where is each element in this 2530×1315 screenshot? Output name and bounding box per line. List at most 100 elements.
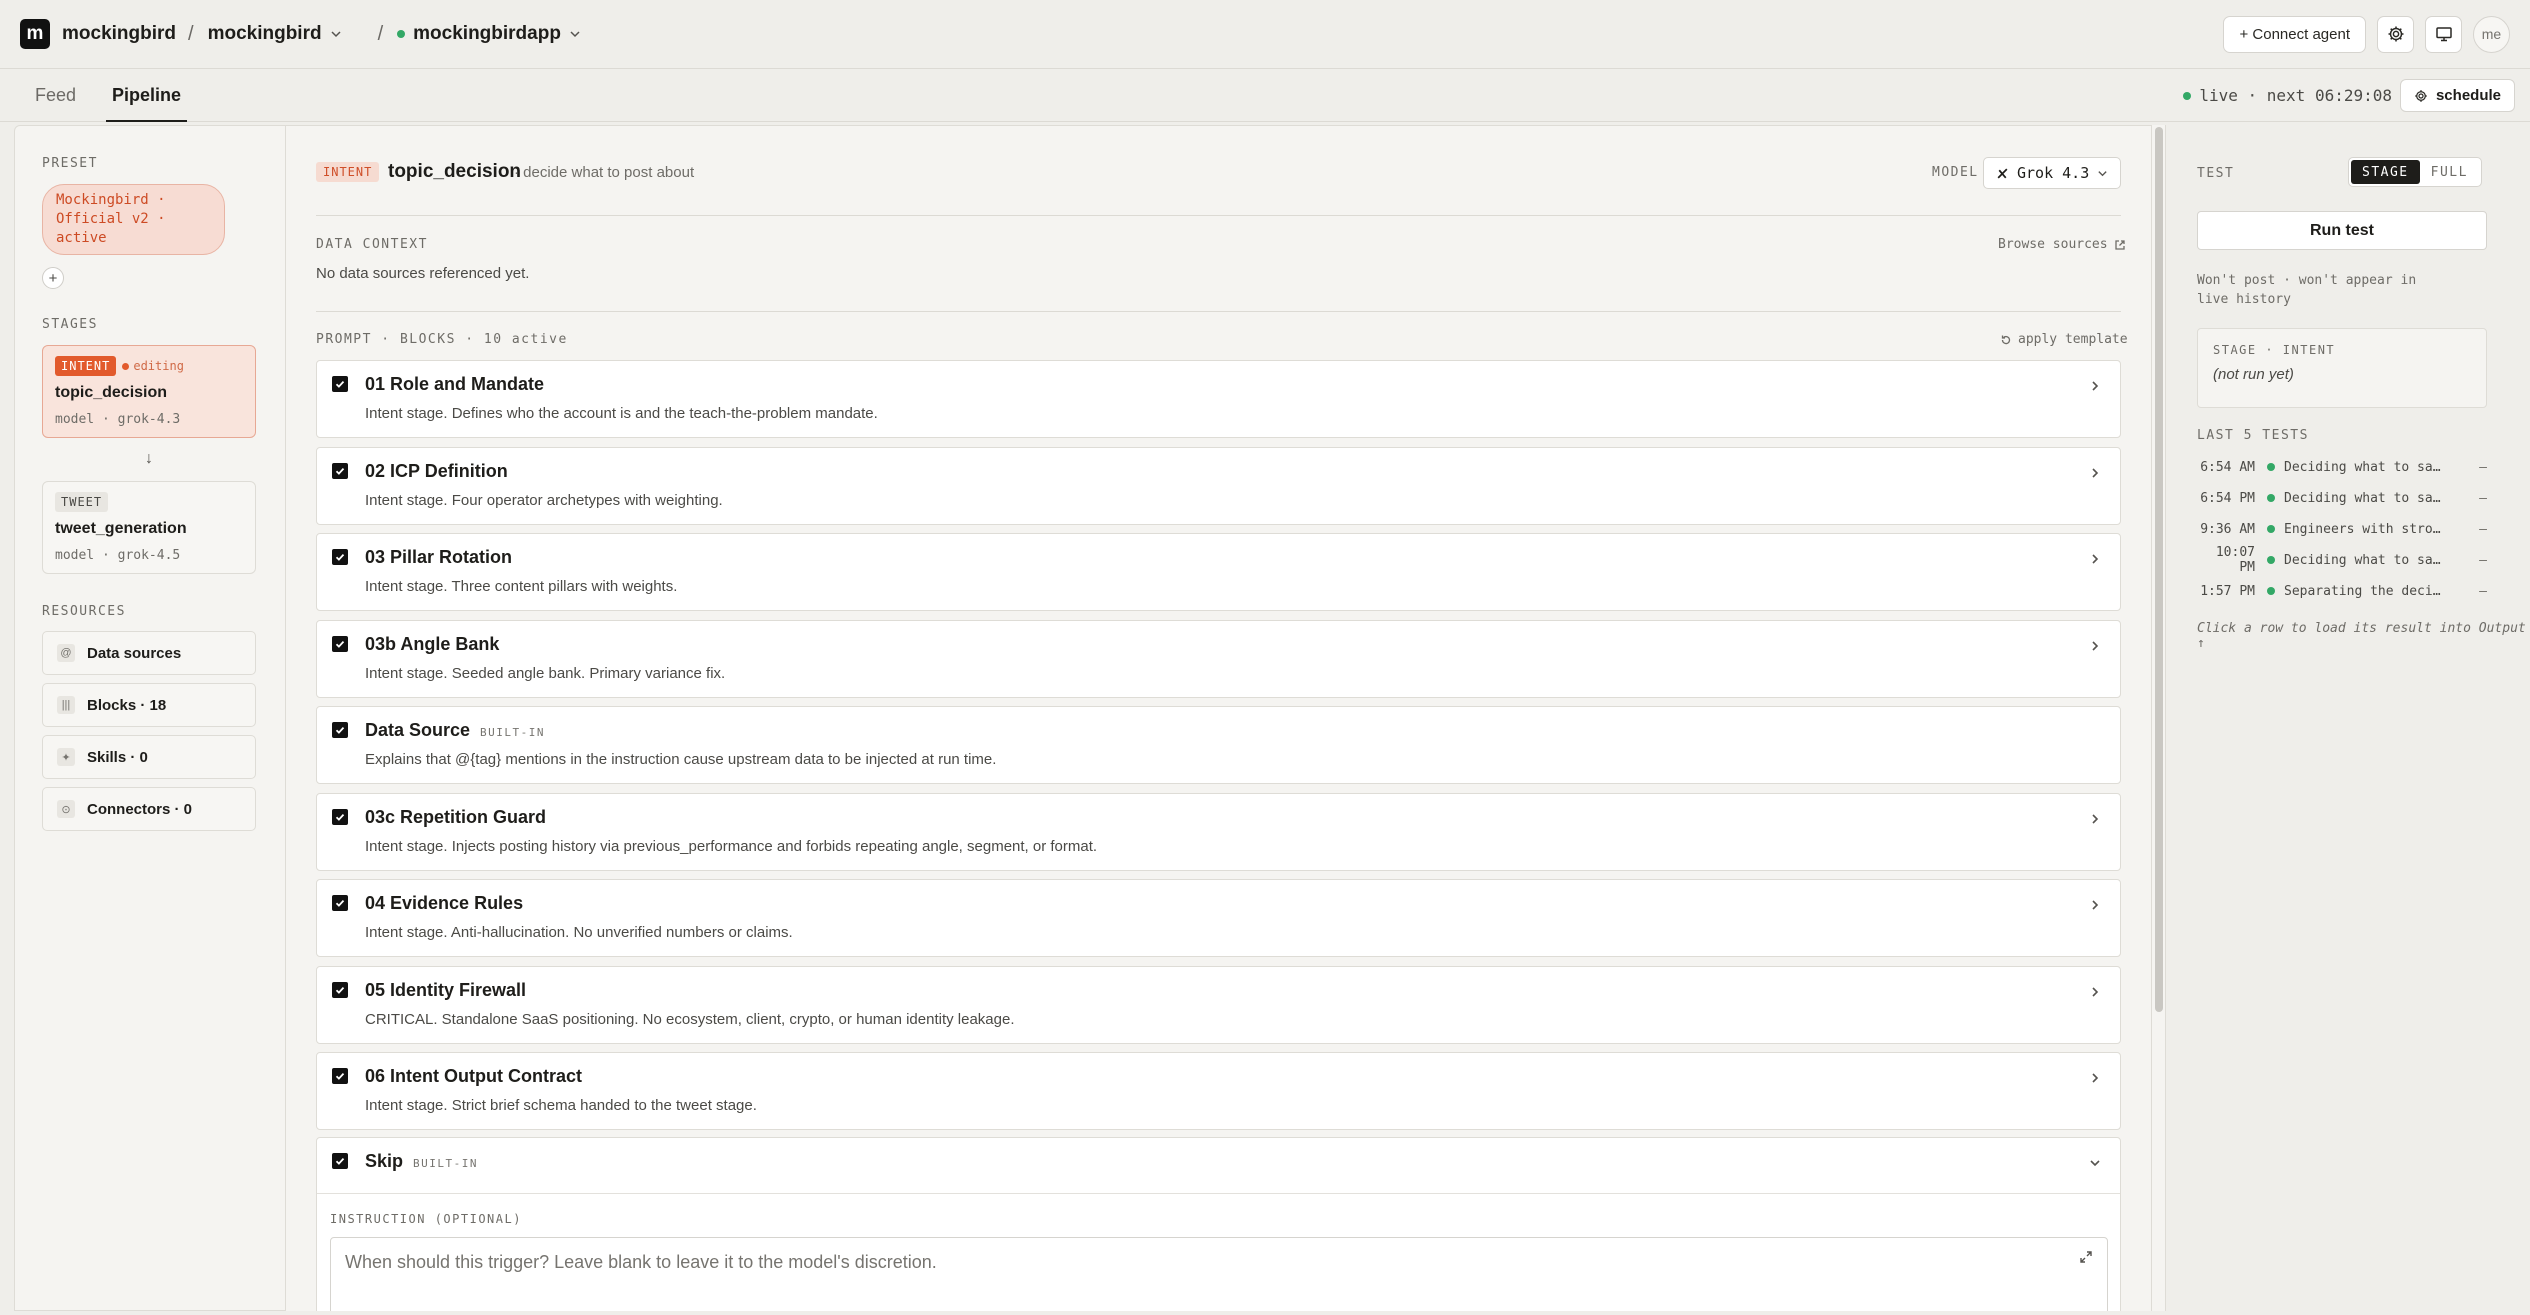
block-checkbox[interactable] [332, 549, 348, 565]
plug-icon: ⊙ [57, 800, 75, 818]
tab-pipeline[interactable]: Pipeline [106, 69, 188, 122]
chevron-down-icon [331, 31, 341, 38]
block-checkbox[interactable] [332, 376, 348, 392]
stages-heading: STAGES [42, 317, 98, 332]
open-block-button[interactable] [2088, 552, 2102, 566]
block-checkbox[interactable] [332, 635, 348, 652]
block-title-row: Skip BUILT-IN [365, 1151, 478, 1172]
display-button[interactable] [2425, 15, 2462, 53]
stage-model: model · grok-4.3 [55, 412, 181, 427]
top-bar: m mockingbird / mockingbird / mockingbir… [0, 0, 2530, 69]
open-block-button[interactable] [2088, 898, 2102, 912]
test-history-row[interactable]: 6:54 AM Deciding what to say about — [2197, 455, 2487, 479]
instruction-input[interactable]: When should this trigger? Leave blank to… [330, 1237, 2108, 1311]
run-test-button[interactable]: Run test [2197, 211, 2487, 250]
prompt-block[interactable]: 02 ICP Definition Intent stage. Four oper… [316, 446, 2121, 525]
project-selector[interactable]: mockingbird [208, 23, 342, 45]
grok-logo-icon [1997, 168, 2008, 178]
refresh-icon [2001, 335, 2011, 344]
browse-sources-link[interactable]: Browse sources [1998, 237, 2126, 252]
apply-template-button[interactable]: apply template [2000, 332, 2128, 347]
test-status-dot [2267, 494, 2275, 502]
block-checkbox[interactable] [332, 808, 348, 825]
block-checkbox[interactable] [332, 462, 348, 479]
open-block-button[interactable] [2088, 639, 2102, 653]
scrollbar-track[interactable] [2152, 125, 2166, 1311]
add-preset-button[interactable]: + [42, 267, 64, 289]
block-description: Intent stage. Defines who the account is… [365, 405, 878, 422]
scrollbar-thumb[interactable] [2155, 127, 2163, 1012]
instruction-label: INSTRUCTION (OPTIONAL) [330, 1212, 522, 1226]
open-block-button[interactable] [2088, 379, 2102, 393]
open-block-button[interactable] [2088, 1071, 2102, 1085]
test-status-dot [2267, 525, 2275, 533]
test-history-row[interactable]: 6:54 PM Deciding what to say about — [2197, 486, 2487, 510]
block-title: 05 Identity Firewall [365, 979, 527, 1000]
open-block-button[interactable] [2088, 812, 2102, 826]
test-summary: Deciding what to say about [2284, 552, 2444, 568]
open-block-button[interactable] [2088, 466, 2102, 480]
mode-full-option[interactable]: FULL [2420, 160, 2479, 184]
model-select[interactable]: Grok 4.3 [1983, 157, 2122, 189]
prompt-block[interactable]: 01 Role and Mandate Intent stage. Defines… [316, 360, 2121, 438]
block-checkbox[interactable] [332, 1068, 348, 1084]
checkmark-icon [335, 380, 345, 388]
test-heading: TEST [2197, 166, 2235, 181]
resource-data-sources[interactable]: @ Data sources [42, 631, 256, 675]
prompt-block[interactable]: 03b Angle Bank Intent stage. Seeded angle… [316, 619, 2121, 698]
settings-button[interactable] [2377, 15, 2414, 53]
resource-blocks[interactable]: ||| Blocks · 18 [42, 683, 256, 727]
block-checkbox[interactable] [332, 895, 348, 911]
preset-chip[interactable]: Mockingbird · Official v2 · active [42, 184, 225, 255]
user-avatar[interactable]: me [2473, 15, 2510, 53]
stage-card-tweet[interactable]: TWEET tweet_generation model · grok-4.5 [42, 481, 256, 574]
collapse-button[interactable] [2088, 1156, 2102, 1170]
prompt-block[interactable]: 06 Intent Output Contract Intent stage. S… [316, 1052, 2121, 1130]
prompt-block[interactable]: 04 Evidence Rules Intent stage. Anti-hall… [316, 879, 2121, 957]
stage-type-tag: INTENT [316, 162, 380, 182]
block-title-row: 02 ICP Definition [365, 461, 508, 482]
status-dot [397, 30, 406, 38]
resource-skills[interactable]: ✦ Skills · 0 [42, 735, 256, 779]
block-description: Explains that @{tag} mentions in the ins… [365, 751, 997, 768]
block-title: 01 Role and Mandate [365, 374, 545, 394]
external-link-icon [2114, 239, 2125, 250]
skip-block: Skip BUILT-IN INSTRUCTION (OPTIONAL) Whe… [316, 1137, 2121, 1311]
expand-icon[interactable] [2079, 1250, 2093, 1264]
block-title: Data Source [365, 720, 471, 740]
test-history-row[interactable]: 9:36 AM Engineers with strong — [2197, 517, 2487, 541]
stage-card-intent[interactable]: INTENT editing topic_decision model · gr… [42, 345, 256, 438]
breadcrumb-separator: / [188, 22, 194, 45]
prompt-block[interactable]: Data Source BUILT-IN Explains that @{tag} … [316, 706, 2121, 784]
block-checkbox[interactable] [332, 981, 348, 998]
connect-agent-button[interactable]: + Connect agent [2223, 15, 2366, 53]
test-panel: TEST STAGE FULL Run test Won't post · wo… [2168, 125, 2530, 1311]
apply-template-label: apply template [2018, 332, 2128, 347]
connect-agent-label: + Connect agent [2239, 25, 2350, 43]
test-history-row[interactable]: 10:07 PM Deciding what to say about — [2197, 545, 2487, 575]
app-selector[interactable]: mockingbirdapp [397, 23, 581, 45]
prompt-block[interactable]: 05 Identity Firewall CRITICAL. Standalone… [316, 965, 2121, 1044]
schedule-button[interactable]: schedule [2399, 79, 2515, 112]
stage-output-box: STAGE · INTENT (not run yet) [2197, 328, 2487, 408]
org-name[interactable]: mockingbird [62, 23, 176, 45]
block-checkbox[interactable] [332, 722, 348, 738]
model-label: MODEL [1932, 165, 1979, 180]
data-context-text: No data sources referenced yet. [316, 265, 530, 282]
tab-feed[interactable]: Feed [35, 69, 76, 121]
test-history-row[interactable]: 1:57 PM Separating the decision — [2197, 579, 2487, 603]
prompt-block[interactable]: 03 Pillar Rotation Intent stage. Three co… [316, 533, 2121, 611]
test-summary: Deciding what to say about [2284, 459, 2444, 475]
resource-connectors[interactable]: ⊙ Connectors · 0 [42, 787, 256, 831]
stage-name: tweet_generation [55, 520, 187, 537]
stage-tag: TWEET [55, 492, 109, 512]
prompt-block[interactable]: 03c Repetition Guard Intent stage. Inject… [316, 792, 2121, 871]
block-checkbox[interactable] [332, 1153, 348, 1169]
checkmark-icon [335, 467, 345, 475]
app-logo[interactable]: m [20, 19, 50, 49]
divider [317, 1193, 2120, 1194]
mode-stage-option[interactable]: STAGE [2351, 160, 2420, 184]
live-dot [2183, 91, 2192, 100]
open-block-button[interactable] [2088, 985, 2102, 999]
left-sidebar: PRESET Mockingbird · Official v2 · activ… [14, 125, 286, 1311]
